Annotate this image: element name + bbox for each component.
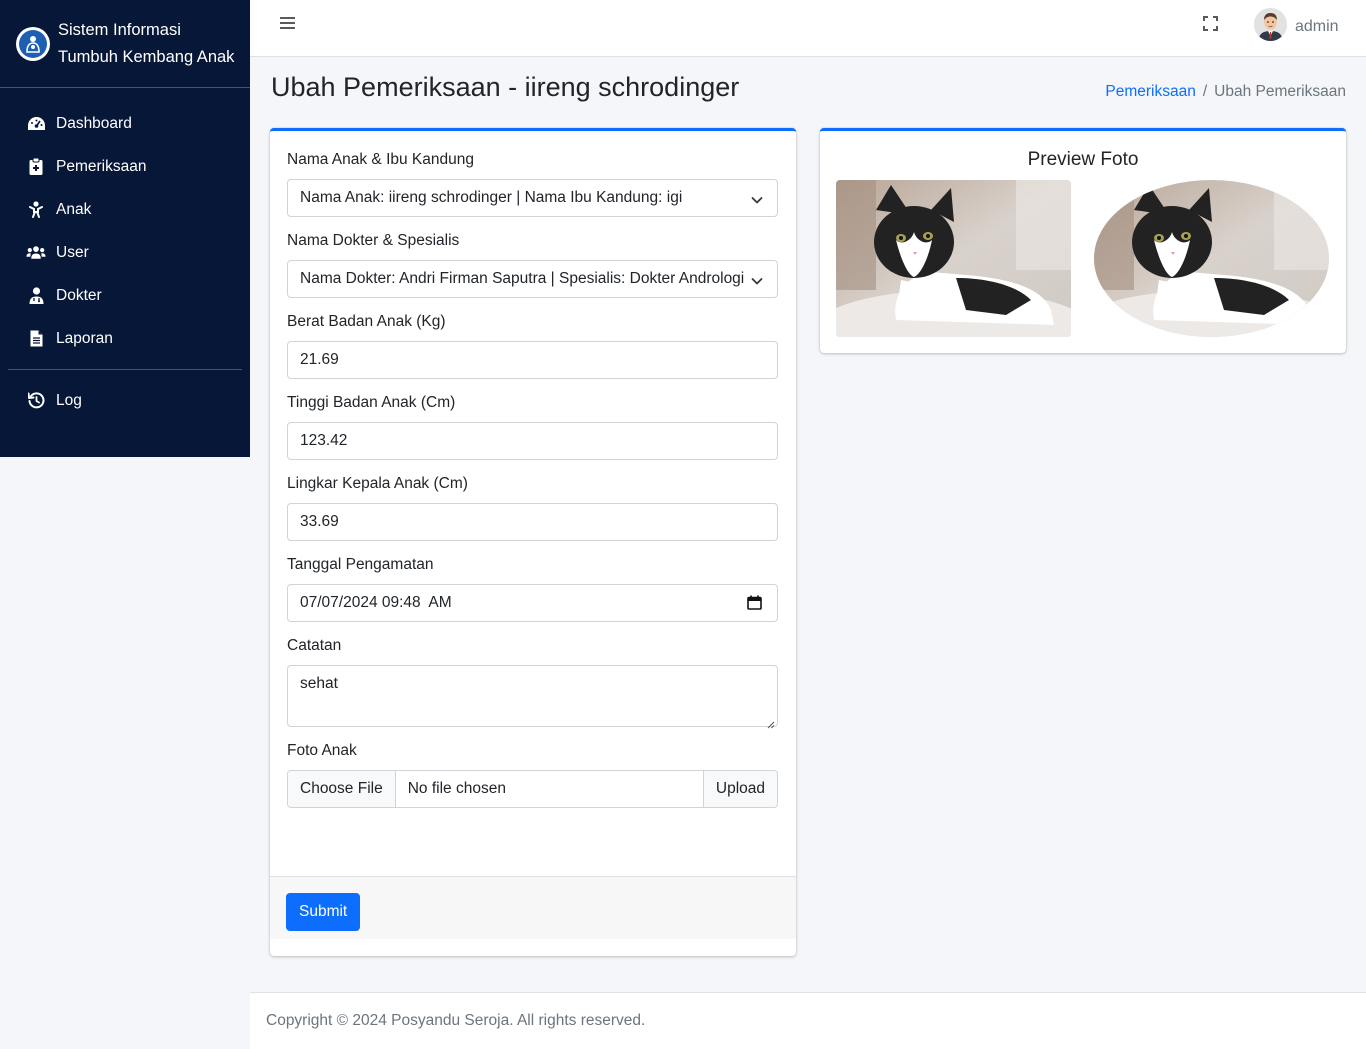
field-dokter: Nama Dokter & Spesialis Nama Dokter: And…: [287, 232, 779, 298]
field-label: Tinggi Badan Anak (Cm): [287, 394, 456, 411]
field-foto: Foto Anak Choose File No file chosen Upl…: [287, 742, 779, 808]
field-berat: Berat Badan Anak (Kg) 21.69: [287, 313, 779, 379]
field-lingkar: Lingkar Kepala Anak (Cm) 33.69: [287, 475, 779, 541]
choose-file-button[interactable]: Choose File: [288, 771, 396, 807]
sidebar-item-label: User: [56, 243, 89, 261]
breadcrumb-separator: /: [1202, 83, 1208, 100]
baby-icon: [26, 200, 46, 220]
dokter-select-value: Nama Dokter: Andri Firman Saputra | Spes…: [300, 270, 745, 287]
brand-line1: Sistem Informasi: [58, 20, 181, 39]
sidebar-divider: [8, 369, 242, 370]
tanggal-input[interactable]: 07/07/2024 09:48 AM: [287, 584, 778, 622]
doctor-icon: [26, 286, 46, 306]
breadcrumb: Pemeriksaan / Ubah Pemeriksaan: [1105, 83, 1346, 101]
topbar: admin: [250, 0, 1366, 57]
fullscreen-icon[interactable]: [1203, 16, 1219, 32]
field-label: Catatan: [287, 637, 342, 654]
berat-input-value: 21.69: [300, 351, 339, 368]
sidebar-item-label: Laporan: [56, 329, 113, 347]
field-catatan: Catatan sehat: [287, 637, 779, 729]
page-title: Ubah Pemeriksaan - iireng schrodinger: [271, 72, 740, 102]
preview-title: Preview Foto: [1027, 149, 1139, 170]
calendar-icon[interactable]: [747, 595, 763, 611]
breadcrumb-link-pemeriksaan[interactable]: Pemeriksaan: [1105, 83, 1195, 100]
chevron-down-icon: [751, 193, 763, 205]
catatan-textarea[interactable]: sehat: [287, 665, 778, 729]
sidebar-item-dokter[interactable]: Dokter: [0, 274, 250, 317]
form-footer: Submit: [270, 876, 796, 939]
user-menu[interactable]: admin: [1254, 8, 1339, 41]
field-label: Lingkar Kepala Anak (Cm): [287, 475, 468, 492]
page-footer: Copyright © 2024 Posyandu Seroja. All ri…: [250, 992, 1366, 1049]
resize-grip-icon[interactable]: [767, 716, 775, 729]
form-body: Nama Anak & Ibu Kandung Nama Anak: iiren…: [270, 131, 796, 808]
users-icon: [26, 243, 46, 263]
anak-select-value: Nama Anak: iireng schrodinger | Nama Ibu…: [300, 189, 683, 206]
brand-line2: Tumbuh Kembang Anak: [58, 47, 235, 66]
tinggi-input-value: 123.42: [300, 432, 348, 449]
sidebar-nav: Dashboard Pemeriksaan Anak User Dokter L…: [0, 88, 250, 422]
lingkar-input-value: 33.69: [300, 513, 339, 530]
field-tinggi: Tinggi Badan Anak (Cm) 123.42: [287, 394, 779, 460]
clipboard-icon: [26, 157, 46, 177]
brand[interactable]: Sistem Informasi Tumbuh Kembang Anak: [0, 0, 250, 88]
brand-title: Sistem Informasi Tumbuh Kembang Anak: [58, 17, 234, 71]
sidebar-item-label: Dashboard: [56, 114, 132, 132]
avatar: [1254, 8, 1287, 41]
field-label: Nama Anak & Ibu Kandung: [287, 151, 474, 168]
field-label: Nama Dokter & Spesialis: [287, 232, 460, 249]
form-card: Nama Anak & Ibu Kandung Nama Anak: iiren…: [270, 128, 796, 956]
history-icon: [26, 391, 46, 411]
preview-image-oval: [1094, 180, 1329, 337]
sidebar-item-anak[interactable]: Anak: [0, 188, 250, 231]
sidebar-item-laporan[interactable]: Laporan: [0, 317, 250, 360]
copyright-text: Copyright © 2024 Posyandu Seroja. All ri…: [266, 1012, 646, 1029]
sidebar-item-label: Dokter: [56, 286, 102, 304]
preview-images: [836, 180, 1330, 337]
sidebar-item-log[interactable]: Log: [0, 379, 250, 422]
field-label: Tanggal Pengamatan: [287, 556, 434, 573]
field-tanggal: Tanggal Pengamatan 07/07/2024 09:48 AM: [287, 556, 779, 622]
sidebar-item-label: Log: [56, 391, 82, 409]
sidebar: Sistem Informasi Tumbuh Kembang Anak Das…: [0, 0, 250, 457]
menu-toggle-icon[interactable]: [280, 16, 296, 32]
user-name: admin: [1295, 17, 1339, 35]
sidebar-item-user[interactable]: User: [0, 231, 250, 274]
foto-file-input: Choose File No file chosen Upload: [287, 770, 778, 808]
lingkar-input[interactable]: 33.69: [287, 503, 778, 541]
sidebar-item-dashboard[interactable]: Dashboard: [0, 102, 250, 145]
tinggi-input[interactable]: 123.42: [287, 422, 778, 460]
sidebar-item-label: Pemeriksaan: [56, 157, 147, 175]
anak-select[interactable]: Nama Anak: iireng schrodinger | Nama Ibu…: [287, 179, 778, 217]
dokter-select[interactable]: Nama Dokter: Andri Firman Saputra | Spes…: [287, 260, 778, 298]
field-anak: Nama Anak & Ibu Kandung Nama Anak: iiren…: [287, 151, 779, 217]
brand-logo-icon: [16, 26, 50, 61]
berat-input[interactable]: 21.69: [287, 341, 778, 379]
chevron-down-icon: [751, 274, 763, 286]
preview-card: Preview Foto: [820, 128, 1346, 353]
tanggal-input-value: 07/07/2024 09:48 AM: [300, 594, 452, 611]
sidebar-item-label: Anak: [56, 200, 92, 218]
field-label: Berat Badan Anak (Kg): [287, 313, 446, 330]
gauge-icon: [26, 114, 46, 134]
upload-button[interactable]: Upload: [702, 771, 777, 807]
file-icon: [26, 329, 46, 349]
preview-image-rounded: [836, 180, 1071, 337]
submit-button[interactable]: Submit: [286, 893, 361, 931]
catatan-textarea-value: sehat: [300, 675, 338, 692]
sidebar-item-pemeriksaan[interactable]: Pemeriksaan: [0, 145, 250, 188]
file-name-display[interactable]: No file chosen: [396, 771, 703, 807]
field-label: Foto Anak: [287, 742, 357, 759]
breadcrumb-current: Ubah Pemeriksaan: [1214, 83, 1346, 100]
